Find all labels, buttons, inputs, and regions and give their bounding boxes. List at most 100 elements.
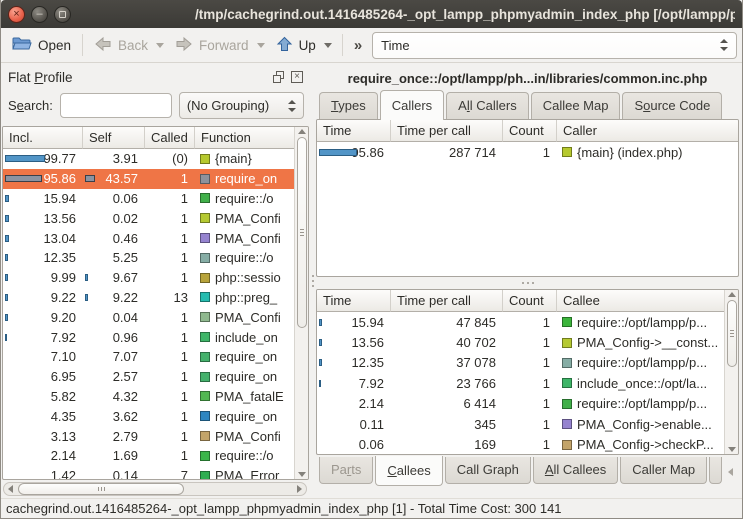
- table-row[interactable]: 12.35 37 078 1 require::/opt/lampp/p...: [317, 353, 724, 373]
- function-name: PMA_Confi: [215, 231, 281, 246]
- chevron-down-icon[interactable]: [324, 43, 332, 48]
- column-header-count[interactable]: Count: [503, 120, 557, 142]
- up-button[interactable]: Up: [270, 32, 322, 59]
- function-name: require::/o: [215, 448, 274, 463]
- close-icon[interactable]: ×: [8, 6, 25, 23]
- minimize-icon[interactable]: –: [31, 6, 48, 23]
- column-header-callee[interactable]: Callee: [557, 290, 724, 312]
- table-row[interactable]: 2.14 6 414 1 require::/opt/lampp/p...: [317, 394, 724, 414]
- function-cell: php::preg_: [195, 290, 294, 305]
- function-name: PMA_Confi: [215, 310, 281, 325]
- table-row[interactable]: 99.77 3.91 (0) {main}: [3, 149, 294, 169]
- function-color-icon: [562, 399, 572, 409]
- function-color-icon: [200, 372, 210, 382]
- chevron-down-icon: [156, 43, 164, 48]
- column-header-time-per-call[interactable]: Time per call: [391, 120, 503, 142]
- table-row[interactable]: 1.42 0.14 7 PMA_Error: [3, 466, 294, 479]
- float-panel-icon[interactable]: [273, 71, 285, 83]
- count-cell: 1: [503, 417, 557, 432]
- callers-table: Time Time per call Count Caller 95.86 28…: [316, 119, 739, 277]
- called-cell: 1: [145, 231, 195, 246]
- column-header-count[interactable]: Count: [503, 290, 557, 312]
- grouping-dropdown[interactable]: (No Grouping): [179, 92, 304, 119]
- scrollbar-thumb[interactable]: [297, 137, 307, 328]
- table-row[interactable]: 7.10 7.07 1 require_on: [3, 347, 294, 367]
- table-row[interactable]: 3.13 2.79 1 PMA_Confi: [3, 426, 294, 446]
- table-row[interactable]: 9.20 0.04 1 PMA_Confi: [3, 307, 294, 327]
- table-row[interactable]: 13.04 0.46 1 PMA_Confi: [3, 228, 294, 248]
- table-row[interactable]: 9.22 9.22 13 php::preg_: [3, 288, 294, 308]
- vertical-scrollbar[interactable]: [294, 127, 308, 479]
- up-arrow-icon: [276, 36, 293, 55]
- tab-scroll-left-button[interactable]: [723, 459, 737, 484]
- table-row[interactable]: 5.82 4.32 1 PMA_fatalE: [3, 387, 294, 407]
- value-bar: [319, 319, 322, 326]
- column-header-incl[interactable]: Incl.: [3, 127, 83, 149]
- tab-caller-map[interactable]: Caller Map: [620, 457, 707, 484]
- table-row[interactable]: 7.92 0.96 1 include_on: [3, 327, 294, 347]
- value-bar: [319, 149, 357, 156]
- table-row[interactable]: 15.94 47 845 1 require::/opt/lampp/p...: [317, 312, 724, 332]
- table-row[interactable]: 7.92 23 766 1 include_once::/opt/la...: [317, 373, 724, 393]
- horizontal-scrollbar[interactable]: [3, 482, 307, 496]
- function-name: require::/o: [215, 191, 274, 206]
- value-bar: [5, 274, 8, 281]
- tab-callees[interactable]: Callees: [375, 456, 442, 486]
- spinner-arrows-icon: [288, 100, 296, 112]
- scrollbar-thumb[interactable]: [18, 483, 184, 495]
- table-row[interactable]: 2.14 1.69 1 require::/o: [3, 446, 294, 466]
- toolbar-overflow-button[interactable]: »: [354, 37, 362, 54]
- column-header-time[interactable]: Time: [317, 290, 391, 312]
- table-row[interactable]: 4.35 3.62 1 require_on: [3, 406, 294, 426]
- called-cell: 1: [145, 211, 195, 226]
- table-row[interactable]: 6.95 2.57 1 require_on: [3, 367, 294, 387]
- tab-call-graph[interactable]: Call Graph: [445, 457, 531, 484]
- tab-callee-map[interactable]: Callee Map: [531, 92, 621, 119]
- function-cell: PMA_Confi: [195, 211, 294, 226]
- incl-cell: 9.99: [3, 270, 83, 285]
- self-cell: 5.25: [83, 250, 145, 265]
- table-row[interactable]: 13.56 0.02 1 PMA_Confi: [3, 208, 294, 228]
- column-header-called[interactable]: Called: [145, 127, 195, 149]
- open-button[interactable]: Open: [6, 32, 77, 59]
- table-row[interactable]: 0.11 345 1 PMA_Config->enable...: [317, 414, 724, 434]
- table-row[interactable]: 0.06 169 1 PMA_Config->checkP...: [317, 434, 724, 454]
- vertical-scrollbar[interactable]: [724, 290, 738, 454]
- column-header-time-per-call[interactable]: Time per call: [391, 290, 503, 312]
- function-color-icon: [200, 312, 210, 322]
- tab-types[interactable]: Types: [319, 92, 378, 119]
- self-cell: 43.57: [83, 171, 145, 186]
- event-type-combobox[interactable]: Time: [372, 32, 737, 59]
- table-row[interactable]: 15.94 0.06 1 require::/o: [3, 189, 294, 209]
- table-row[interactable]: 13.56 40 702 1 PMA_Config->__const...: [317, 332, 724, 352]
- function-cell: {main}: [195, 151, 294, 166]
- table-row[interactable]: 9.99 9.67 1 php::sessio: [3, 268, 294, 288]
- table-row[interactable]: 12.35 5.25 1 require::/o: [3, 248, 294, 268]
- column-header-caller[interactable]: Caller: [557, 120, 738, 142]
- table-row[interactable]: 95.86 43.57 1 require_on: [3, 169, 294, 189]
- close-panel-icon[interactable]: ×: [291, 71, 303, 83]
- incl-cell: 1.42: [3, 468, 83, 479]
- title-bar: × – /tmp/cachegrind.out.1416485264-_opt_…: [1, 0, 742, 28]
- tab-scroll-right-button[interactable]: [737, 459, 743, 484]
- column-header-self[interactable]: Self: [83, 127, 145, 149]
- scrollbar-thumb[interactable]: [727, 300, 737, 367]
- incl-cell: 9.20: [3, 310, 83, 325]
- column-header-time[interactable]: Time: [317, 120, 391, 142]
- function-cell: {main} (index.php): [557, 145, 738, 160]
- maximize-icon[interactable]: [54, 6, 71, 23]
- function-cell: require::/o: [195, 448, 294, 463]
- function-cell: require::/o: [195, 250, 294, 265]
- tab-source-code[interactable]: Source Code: [622, 92, 722, 119]
- function-color-icon: [200, 233, 210, 243]
- tab-callers[interactable]: Callers: [380, 90, 444, 120]
- column-header-function[interactable]: Function: [195, 127, 294, 149]
- tab-m[interactable]: M: [709, 457, 722, 484]
- search-input[interactable]: [60, 93, 172, 118]
- table-row[interactable]: 95.86 287 714 1 {main} (index.php): [317, 142, 738, 162]
- tab-all-callees[interactable]: All Callees: [533, 457, 618, 484]
- table-splitter[interactable]: [316, 277, 739, 289]
- incl-cell: 99.77: [3, 151, 83, 166]
- tab-all-callers[interactable]: All Callers: [446, 92, 529, 119]
- function-detail-panel: require_once::/opt/lampp/ph...in/librari…: [316, 63, 742, 498]
